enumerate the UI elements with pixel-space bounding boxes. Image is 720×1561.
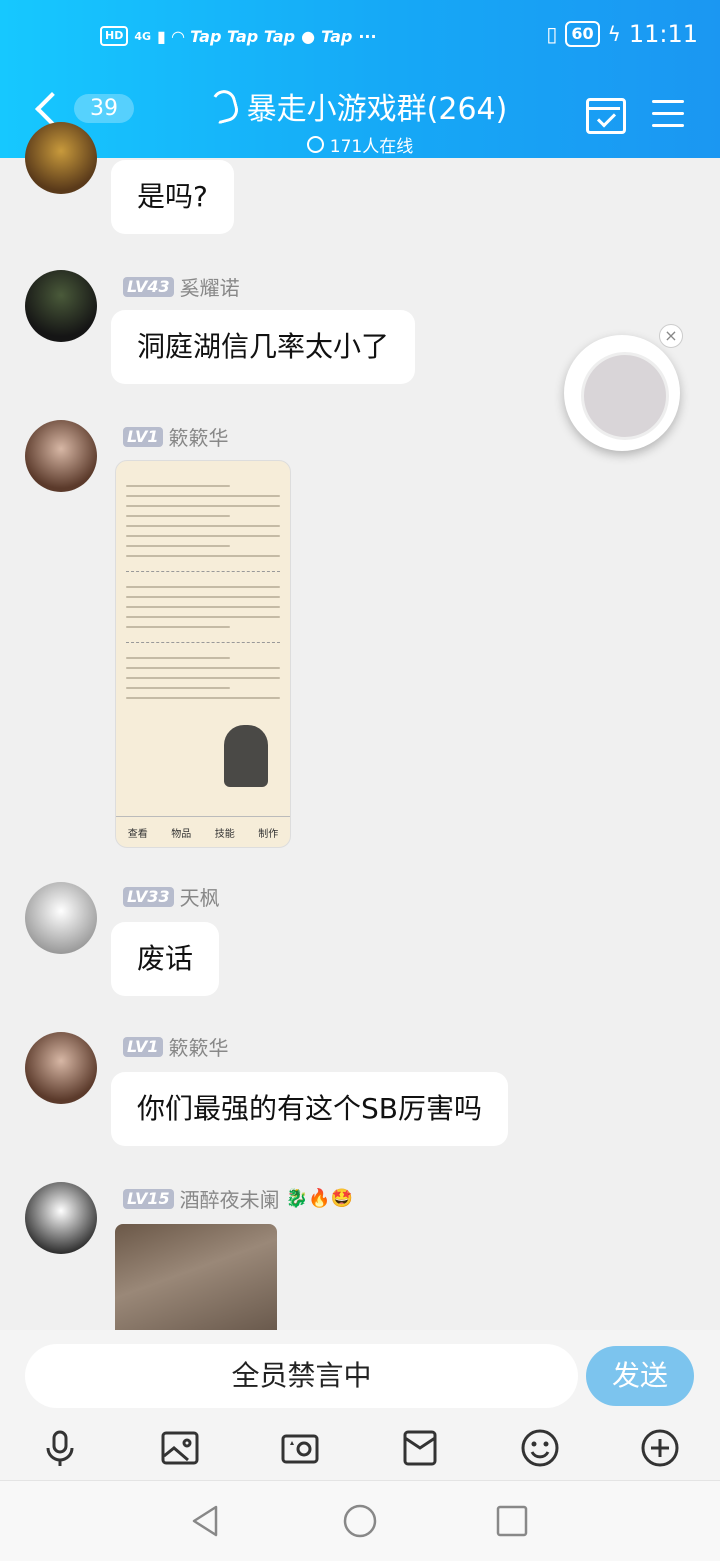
avatar[interactable]	[25, 1032, 97, 1104]
sender-name[interactable]: 天枫	[180, 882, 220, 911]
calendar-check-icon[interactable]	[586, 98, 626, 134]
image-tab: 物品	[171, 828, 192, 840]
online-count: 171人在线	[329, 137, 414, 157]
image-tab: 制作	[258, 828, 279, 840]
muted-notice: 全员禁言中	[25, 1344, 578, 1408]
sender-name[interactable]: 奚耀诺	[180, 272, 240, 301]
cat-image-message[interactable]	[115, 1224, 277, 1330]
clock: 11:11	[628, 20, 698, 48]
online-check-icon	[306, 136, 324, 153]
chat-header: HD 4G ▮ ◠ Tap Tap Tap ● Tap ··· ▯ 60 ϟ 1…	[0, 0, 720, 158]
nav-home-icon[interactable]	[342, 1503, 378, 1539]
wechat-icon: ●	[301, 26, 316, 46]
character-portrait-icon	[224, 725, 268, 787]
sender-badges: 🐉🔥🤩	[285, 1188, 353, 1209]
music-note-icon	[581, 352, 669, 440]
image-tab: 查看	[127, 828, 148, 840]
more-dots: ···	[358, 26, 377, 46]
level-badge: LV43	[123, 276, 174, 297]
emoji-icon[interactable]	[520, 1428, 560, 1468]
sender-name[interactable]: 簌簌华	[169, 1032, 229, 1061]
avatar[interactable]	[25, 270, 97, 342]
camera-icon[interactable]	[280, 1428, 320, 1468]
send-button[interactable]: 发送	[586, 1346, 694, 1406]
sender-meta: LV1 簌簌华	[123, 1032, 229, 1061]
app-notifications: Tap Tap Tap	[190, 26, 296, 46]
image-tab-bar: 查看 物品 技能 制作	[116, 816, 290, 847]
sender-name[interactable]: 酒醉夜未阑	[180, 1184, 280, 1213]
plus-icon[interactable]	[640, 1428, 680, 1468]
avatar[interactable]	[25, 1182, 97, 1254]
input-toolbar	[0, 1418, 720, 1474]
ear-icon	[208, 87, 241, 125]
app-notification-tap: Tap	[321, 26, 353, 46]
signal-icon: ▮	[157, 26, 166, 46]
system-nav-bar	[0, 1480, 720, 1561]
charging-icon: ϟ	[607, 22, 621, 46]
input-area: 全员禁言中 发送	[0, 1330, 720, 1480]
sender-meta: LV15 酒醉夜未阑 🐉🔥🤩	[123, 1184, 353, 1213]
sender-meta: LV1 簌簌华	[123, 422, 229, 451]
message-bubble[interactable]: 是吗?	[111, 160, 234, 234]
vibrate-icon: ▯	[546, 22, 558, 46]
image-message[interactable]: 查看 物品 技能 制作	[115, 460, 291, 848]
image-icon[interactable]	[160, 1428, 200, 1468]
avatar[interactable]	[25, 420, 97, 492]
sender-meta: LV33 天枫	[123, 882, 220, 911]
battery-level: 60	[565, 21, 600, 47]
message-bubble[interactable]: 洞庭湖信几率太小了	[111, 310, 416, 384]
avatar[interactable]	[25, 122, 97, 194]
menu-icon[interactable]	[652, 100, 684, 136]
hd-badge: HD	[100, 26, 129, 46]
network-label: 4G	[134, 29, 152, 43]
level-badge: LV1	[123, 1036, 163, 1057]
avatar[interactable]	[25, 882, 97, 954]
nav-recents-icon[interactable]	[494, 1503, 530, 1539]
level-badge: LV15	[123, 1188, 174, 1209]
nav-back-icon[interactable]	[188, 1503, 224, 1539]
red-packet-icon[interactable]	[400, 1428, 440, 1468]
message-bubble[interactable]: 废话	[111, 922, 220, 996]
level-badge: LV33	[123, 886, 174, 907]
sender-meta: LV43 奚耀诺	[123, 272, 240, 301]
close-icon[interactable]: ×	[659, 324, 683, 348]
status-bar: HD 4G ▮ ◠ Tap Tap Tap ● Tap ··· ▯ 60 ϟ 1…	[0, 20, 720, 64]
wifi-icon: ◠	[171, 26, 185, 46]
group-title: 暴走小游戏群(264)	[246, 92, 508, 127]
sender-name[interactable]: 簌簌华	[169, 422, 229, 451]
floating-music-player[interactable]	[564, 335, 680, 451]
level-badge: LV1	[123, 426, 163, 447]
image-tab: 技能	[214, 828, 235, 840]
message-bubble[interactable]: 你们最强的有这个SB厉害吗	[111, 1072, 508, 1146]
mic-icon[interactable]	[40, 1428, 80, 1468]
